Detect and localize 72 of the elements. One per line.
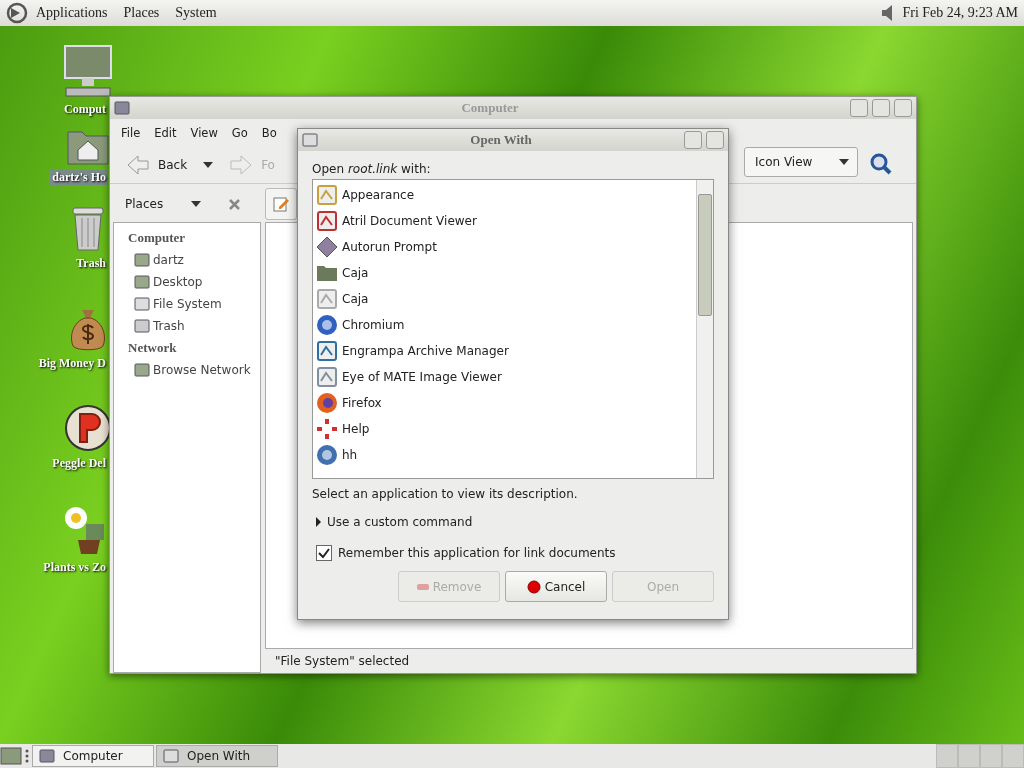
menu-item[interactable]: Bo (256, 126, 282, 140)
trash-icon (70, 206, 106, 252)
application-item[interactable]: Eye of MATE Image Viewer (342, 370, 502, 384)
maximize-button[interactable] (872, 99, 890, 117)
caret-icon (191, 201, 202, 207)
application-item[interactable]: Help (342, 422, 370, 436)
taskbar-button[interactable]: Open With (156, 745, 278, 767)
mate-logo-icon[interactable] (6, 2, 28, 24)
sidebar-item[interactable]: dartz (153, 253, 184, 267)
back-arrow-icon (126, 154, 150, 176)
application-item[interactable]: Caja (342, 292, 369, 306)
minimize-button[interactable] (684, 131, 702, 149)
forward-arrow-icon (229, 154, 254, 176)
menu-item[interactable]: File (116, 126, 146, 140)
taskbar-button[interactable]: Computer (32, 745, 154, 767)
status-text: "File System" selected (275, 654, 410, 668)
menu-item[interactable]: View (185, 126, 223, 140)
application-icon (316, 288, 338, 310)
money-bag-icon (68, 308, 108, 352)
window-title: Computer (460, 100, 520, 116)
show-desktop-icon[interactable] (0, 746, 22, 766)
desktop-icon-label[interactable]: dartz's Ho (50, 170, 108, 185)
search-icon[interactable] (870, 153, 892, 175)
sidebar-heading: Network (128, 339, 178, 357)
application-item[interactable]: Atril Document Viewer (342, 214, 477, 228)
sidebar-item[interactable]: Desktop (153, 275, 203, 289)
caret-icon (839, 159, 849, 165)
checkbox[interactable] (316, 545, 332, 561)
menu-item[interactable]: Edit (149, 126, 182, 140)
application-item[interactable]: Chromium (342, 318, 405, 332)
application-item[interactable]: Engrampa Archive Manager (342, 344, 509, 358)
minus-icon (416, 583, 429, 590)
application-item[interactable]: Autorun Prompt (342, 240, 437, 254)
application-item[interactable]: Appearance (342, 188, 415, 202)
sidebar-pane-selector[interactable]: Places (125, 197, 164, 211)
back-button[interactable]: Back (120, 150, 194, 180)
diamond-icon (316, 236, 338, 258)
panel-handle-icon (24, 747, 30, 765)
application-icon (316, 184, 338, 206)
menu-item[interactable]: Go (226, 126, 253, 140)
scrollbar[interactable] (696, 180, 713, 478)
close-button[interactable] (894, 99, 912, 117)
cancel-button[interactable]: Cancel (505, 571, 607, 602)
sidebar-item[interactable]: File System (153, 297, 222, 311)
sidebar-item[interactable]: Browse Network (153, 363, 251, 377)
checkbox-label[interactable]: Remember this application for link documents (338, 546, 616, 560)
close-icon[interactable] (229, 198, 241, 210)
application-item[interactable]: Firefox (342, 396, 382, 410)
edit-location-button[interactable] (265, 188, 297, 220)
application-icon (316, 340, 338, 362)
workspace-switcher[interactable] (936, 744, 1024, 768)
application-icon (316, 210, 338, 232)
sidebar-heading: Computer (128, 229, 187, 247)
caret-icon (203, 162, 214, 168)
dialog-prompt: Open root.link with: (312, 161, 432, 178)
application-item[interactable]: hh (342, 448, 358, 462)
peggle-ball-icon (64, 404, 112, 452)
application-item[interactable]: Caja (342, 266, 369, 280)
minimize-button[interactable] (850, 99, 868, 117)
sidebar-item[interactable]: Trash (153, 319, 185, 333)
panel-menu[interactable]: Applications (28, 5, 116, 21)
close-button[interactable] (706, 131, 724, 149)
description-text: Select an application to view its description. (312, 486, 579, 503)
custom-command-expander[interactable]: Use a custom command (312, 509, 714, 535)
panel-menu[interactable]: Places (115, 5, 168, 21)
pencil-icon (273, 196, 289, 212)
application-icon (316, 366, 338, 388)
view-mode-dropdown[interactable]: Icon View (744, 147, 858, 177)
clock[interactable]: Fri Feb 24, 9:23 AM (902, 5, 1018, 21)
panel-menu[interactable]: System (167, 5, 225, 21)
stop-icon (526, 579, 541, 594)
dialog-title: Open With (469, 132, 533, 148)
